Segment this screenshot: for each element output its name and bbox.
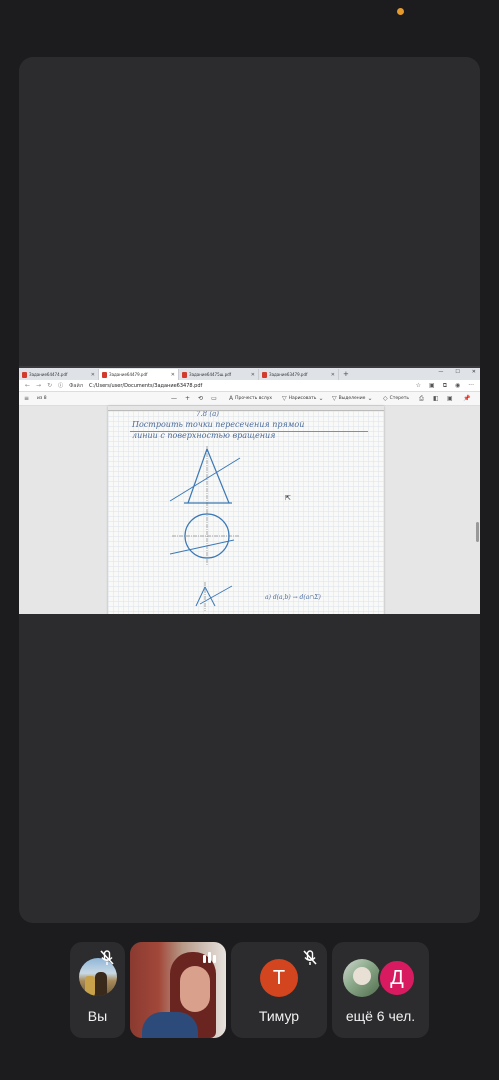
chevron-down-icon[interactable]: ⌄ xyxy=(367,395,372,402)
close-window-icon[interactable]: ✕ xyxy=(472,369,476,375)
mouse-cursor: ⇱ xyxy=(285,494,291,502)
zoom-out-icon[interactable]: — xyxy=(171,395,177,402)
geometry-drawing xyxy=(169,446,241,611)
browser-tab[interactable]: Задание63479.pdf ✕ xyxy=(259,369,339,380)
tab-label: Задание64475ш.pdf xyxy=(189,372,232,377)
pen-icon: ▽ xyxy=(282,395,287,402)
read-aloud-button[interactable]: A Прочесть вслух xyxy=(229,395,272,402)
profile-icon[interactable]: ◉ xyxy=(455,382,460,390)
close-icon[interactable]: ✕ xyxy=(251,372,255,378)
close-icon[interactable]: ✕ xyxy=(171,372,175,378)
tab-label: Задание64474.pdf xyxy=(29,372,68,377)
favorite-icon[interactable]: ☆ xyxy=(416,382,421,390)
chevron-down-icon[interactable]: ⌄ xyxy=(318,395,323,402)
file-label: Файл xyxy=(69,382,83,389)
erase-label: Стереть xyxy=(389,396,410,401)
zoom-in-icon[interactable]: + xyxy=(185,395,190,402)
fit-page-icon[interactable]: ▭ xyxy=(211,395,217,402)
close-icon[interactable]: ✕ xyxy=(91,372,95,378)
speaker-icon: A xyxy=(229,395,234,402)
back-icon[interactable]: ← xyxy=(25,382,30,389)
main-video-stage[interactable]: Задание64474.pdf ✕ Задание64479.pdf ✕ Зада… xyxy=(19,57,480,923)
shared-screen[interactable]: Задание64474.pdf ✕ Задание64479.pdf ✕ Зада… xyxy=(19,366,480,614)
mic-muted-icon xyxy=(303,950,317,965)
tab-label: Задание64479.pdf xyxy=(109,372,148,377)
participant-tile-self[interactable]: Вы xyxy=(70,942,125,1038)
participant-name: Вы xyxy=(87,1008,108,1024)
close-icon[interactable]: ✕ xyxy=(331,372,335,378)
pdf-icon xyxy=(22,371,27,378)
avatar-initial: Д xyxy=(390,966,404,989)
highlighter-icon: ▽ xyxy=(332,395,337,402)
more-participants-label: ещё 6 чел. xyxy=(345,1008,416,1024)
vertical-scrollbar[interactable] xyxy=(476,522,479,542)
minimize-icon[interactable]: — xyxy=(438,369,443,375)
speaking-indicator-icon xyxy=(203,952,216,963)
browser-tab-bar: Задание64474.pdf ✕ Задание64479.pdf ✕ Зада… xyxy=(19,368,480,380)
erase-button[interactable]: ◇ Стереть xyxy=(383,395,409,402)
participant-tile-more[interactable]: Д ещё 6 чел. xyxy=(332,942,429,1038)
new-tab-button[interactable]: + xyxy=(339,369,349,380)
page-separator xyxy=(108,406,384,411)
tab-label: Задание63479.pdf xyxy=(269,372,308,377)
menu-icon[interactable]: ··· xyxy=(468,382,474,390)
window-controls: — ☐ ✕ xyxy=(438,369,476,375)
page-indicator: из 8 xyxy=(37,396,47,401)
participant-name: Тимур xyxy=(258,1008,300,1024)
eraser-icon: ◇ xyxy=(383,395,388,402)
contents-icon[interactable]: ≡ xyxy=(24,395,29,402)
draw-button[interactable]: ▽ Нарисовать ⌄ xyxy=(282,395,324,402)
zoom-controls: — + ⟲ ▭ xyxy=(171,395,217,402)
browser-tab[interactable]: Задание64475ш.pdf ✕ xyxy=(179,369,259,380)
avatar: Д xyxy=(378,959,416,997)
browser-actions: ☆ ▣ ⧉ ◉ ··· xyxy=(416,382,474,390)
pin-icon[interactable]: 📌 xyxy=(463,395,470,402)
participant-tile-speaking[interactable] xyxy=(130,942,226,1038)
url-field[interactable]: C:/Users/user/Documents/Задание63478.pdf xyxy=(89,383,202,389)
pdf-icon xyxy=(182,371,187,378)
rotate-icon[interactable]: ⟲ xyxy=(198,395,203,402)
highlight-label: Выделение xyxy=(338,396,366,401)
browser-tab-active[interactable]: Задание64479.pdf ✕ xyxy=(99,369,179,380)
avatar xyxy=(343,959,381,997)
pdf-viewer[interactable]: 7.8 (а) Построить точки пересечения прям… xyxy=(19,406,480,614)
info-icon: ⓘ xyxy=(58,383,64,389)
collections-icon[interactable]: ▣ xyxy=(429,382,435,390)
participant-tile-timur[interactable]: Т Тимур xyxy=(231,942,327,1038)
refresh-icon[interactable]: ↻ xyxy=(47,382,52,389)
forward-icon[interactable]: → xyxy=(36,382,41,389)
maximize-icon[interactable]: ☐ xyxy=(455,369,459,375)
draw-label: Нарисовать xyxy=(288,396,317,401)
mic-muted-icon xyxy=(100,950,114,965)
address-bar: ← → ↻ ⓘ Файл C:/Users/user/Documents/Зад… xyxy=(19,380,480,392)
avatar-initial: Т xyxy=(272,966,286,989)
task-note: а) d(a,b) → d(a∩Σ) xyxy=(265,594,321,601)
highlight-button[interactable]: ▽ Выделение ⌄ xyxy=(332,395,372,402)
avatar: Т xyxy=(260,959,298,997)
recording-indicator xyxy=(397,8,404,15)
pdf-icon xyxy=(102,371,107,378)
print-icon[interactable]: ⎙ xyxy=(419,395,424,403)
save-as-icon[interactable]: ▣ xyxy=(447,395,453,402)
save-icon[interactable]: ◧ xyxy=(433,395,439,402)
read-aloud-label: Прочесть вслух xyxy=(235,396,273,401)
browser-tab[interactable]: Задание64474.pdf ✕ xyxy=(19,369,99,380)
pdf-icon xyxy=(262,371,267,378)
extensions-icon[interactable]: ⧉ xyxy=(443,382,447,390)
pdf-toolbar: ≡ из 8 — + ⟲ ▭ A Прочесть вслух ▽ Нарисова… xyxy=(19,392,480,406)
pdf-page: 7.8 (а) Построить точки пересечения прям… xyxy=(108,406,384,614)
